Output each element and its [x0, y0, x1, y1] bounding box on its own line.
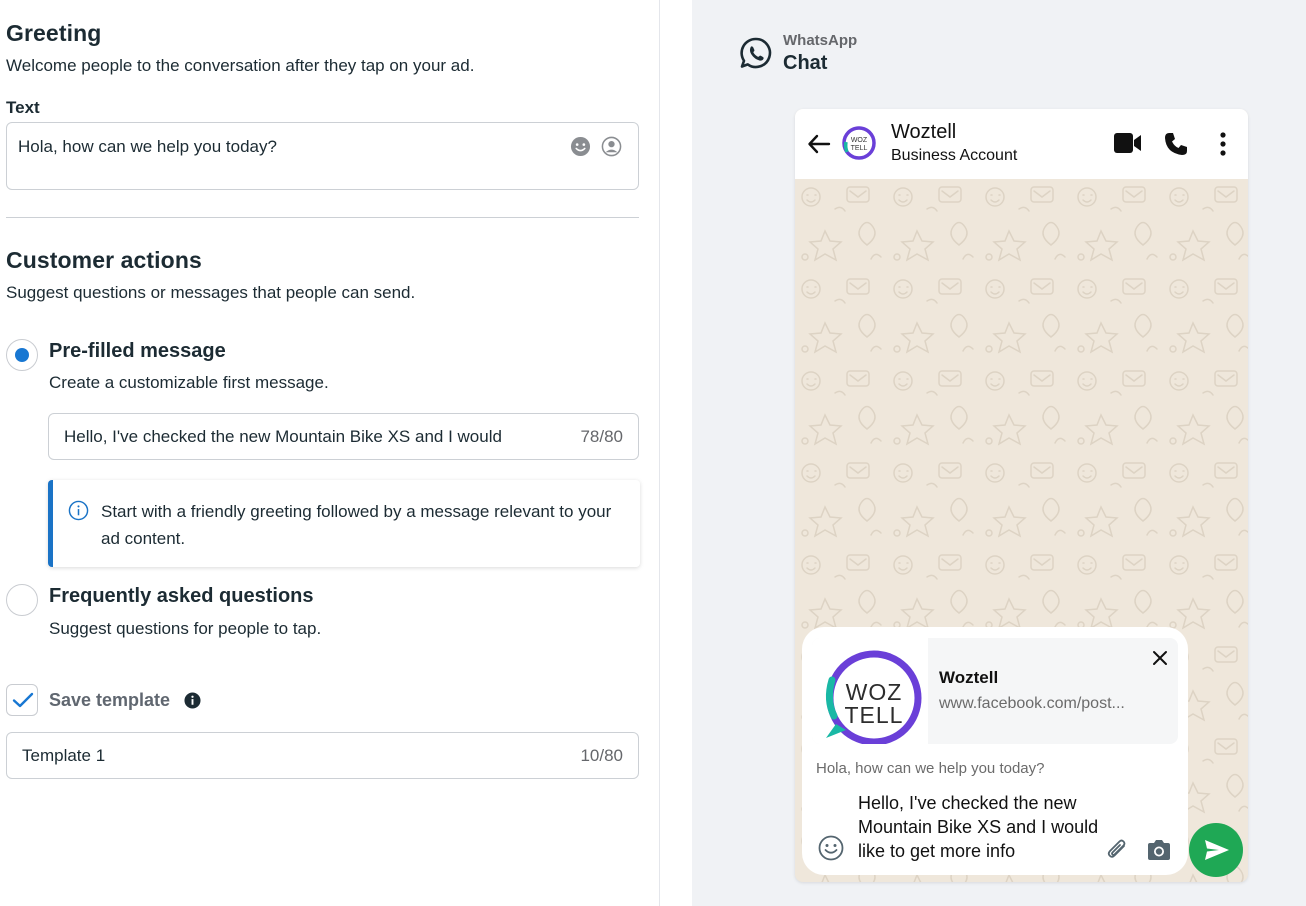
- prefilled-hint-box: Start with a friendly greeting followed …: [48, 480, 640, 567]
- emoji-icon[interactable]: [818, 835, 844, 861]
- phone-call-icon[interactable]: [1163, 131, 1189, 157]
- link-preview: WOZ TELL Woztell www.facebook.com/post..…: [812, 638, 1178, 744]
- more-options-icon[interactable]: [1219, 131, 1227, 157]
- hint-text: Start with a friendly greeting followed …: [101, 502, 612, 548]
- text-label: Text: [6, 98, 40, 117]
- logo-text-line2: TELL: [844, 702, 904, 728]
- template-name-value: Template 1: [22, 746, 106, 765]
- section-divider: [6, 217, 639, 218]
- back-arrow-icon[interactable]: [807, 133, 831, 155]
- business-avatar: WOZ TELL: [842, 126, 876, 160]
- send-button[interactable]: [1189, 823, 1243, 877]
- emoji-icon[interactable]: [570, 136, 591, 157]
- attachment-icon[interactable]: [1104, 837, 1130, 863]
- personalize-icon[interactable]: [601, 136, 622, 157]
- faq-description: Suggest questions for people to tap.: [49, 619, 322, 638]
- greeting-description: Welcome people to the conversation after…: [6, 56, 475, 75]
- preview-app-name: WhatsApp: [783, 32, 858, 49]
- save-template-checkbox[interactable]: [6, 684, 38, 716]
- prefilled-message-input[interactable]: Hello, I've checked the new Mountain Bik…: [48, 413, 639, 460]
- greeting-preview-text: Hola, how can we help you today?: [816, 760, 1045, 777]
- info-icon: [68, 500, 89, 521]
- prefilled-message-title: Pre-filled message: [49, 340, 226, 362]
- chat-header: WOZ TELL Woztell Business Account: [795, 109, 1248, 179]
- business-name: Woztell: [891, 121, 957, 143]
- close-icon[interactable]: [1152, 650, 1168, 666]
- faq-title: Frequently asked questions: [49, 585, 314, 607]
- greeting-text-input[interactable]: Hola, how can we help you today?: [6, 122, 639, 190]
- template-char-count: 10/80: [580, 746, 623, 765]
- greeting-text-value: Hola, how can we help you today?: [18, 137, 277, 156]
- business-subtitle: Business Account: [891, 147, 1018, 164]
- link-preview-url[interactable]: www.facebook.com/post...: [939, 695, 1125, 713]
- whatsapp-preview-panel: WhatsApp Chat WOZ TELL Woztell Business …: [692, 0, 1306, 906]
- customer-actions-title: Customer actions: [6, 247, 202, 273]
- send-icon: [1205, 840, 1229, 860]
- phone-preview: WOZ TELL Woztell Business Account WOZ TE…: [795, 109, 1248, 882]
- prefilled-message-value: Hello, I've checked the new Mountain Bik…: [64, 427, 502, 446]
- faq-radio[interactable]: [6, 584, 38, 616]
- message-composer: WOZ TELL Woztell www.facebook.com/post..…: [802, 627, 1188, 875]
- panel-divider: [659, 0, 660, 906]
- camera-icon[interactable]: [1146, 838, 1172, 862]
- preview-panel-title: Chat: [783, 52, 828, 74]
- prefilled-message-radio[interactable]: [6, 339, 38, 371]
- svg-text:TELL: TELL: [851, 145, 868, 152]
- logo-text-line1: WOZ: [845, 679, 903, 705]
- typed-message[interactable]: Hello, I've checked the new Mountain Bik…: [858, 791, 1118, 863]
- greeting-title: Greeting: [6, 20, 102, 46]
- video-call-icon[interactable]: [1113, 131, 1143, 155]
- whatsapp-icon: [740, 37, 772, 69]
- svg-text:WOZ: WOZ: [851, 137, 868, 144]
- link-preview-title: Woztell: [939, 668, 999, 687]
- link-preview-logo: WOZ TELL: [812, 638, 928, 744]
- info-icon[interactable]: [184, 692, 201, 709]
- prefilled-char-count: 78/80: [580, 427, 623, 446]
- save-template-label: Save template: [49, 690, 171, 710]
- template-name-input[interactable]: Template 1 10/80: [6, 732, 639, 779]
- checkmark-icon: [12, 692, 34, 708]
- ad-settings-panel: Greeting Welcome people to the conversat…: [0, 0, 660, 906]
- customer-actions-description: Suggest questions or messages that peopl…: [6, 283, 416, 302]
- prefilled-message-description: Create a customizable first message.: [49, 373, 329, 392]
